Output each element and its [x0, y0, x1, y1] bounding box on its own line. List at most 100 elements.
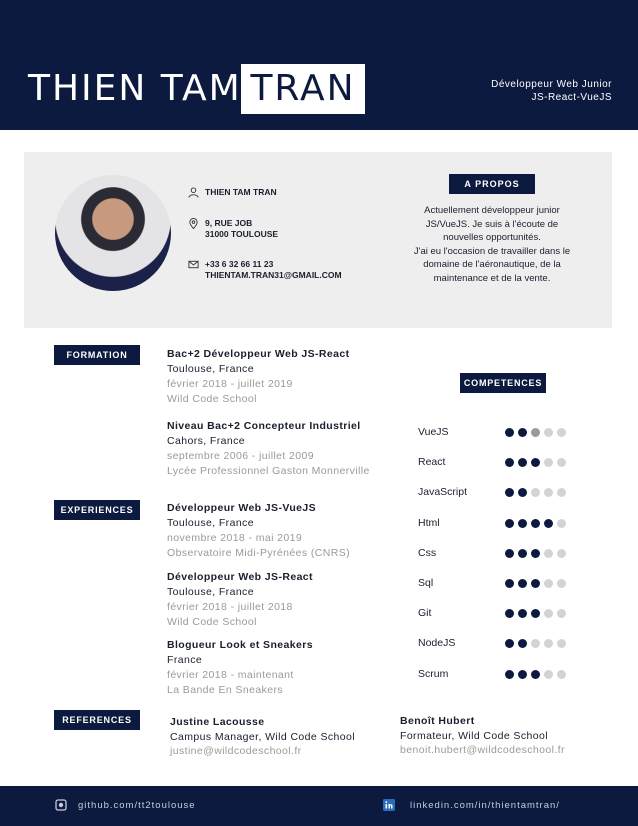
rating-dot: [518, 670, 527, 679]
experiences-heading: EXPERIENCES: [54, 500, 140, 520]
rating-dot: [544, 609, 553, 618]
rating-dot: [505, 549, 514, 558]
skill-name: Git: [418, 607, 432, 619]
rating-dot: [544, 639, 553, 648]
rating-dot: [505, 670, 514, 679]
rating-dot: [544, 428, 553, 437]
skill-rating: [505, 428, 566, 437]
contact-name: THIEN TAM TRAN: [205, 187, 277, 197]
rating-dot: [518, 458, 527, 467]
job-title: Développeur Web Junior JS-React-VueJS: [491, 78, 612, 104]
github-icon[interactable]: [55, 799, 67, 811]
reference-entry: Benoît Hubert Formateur, Wild Code Schoo…: [400, 714, 565, 758]
entry-title: Blogueur Look et Sneakers: [167, 639, 313, 651]
skill-rating: [505, 519, 566, 528]
skill-name: Html: [418, 517, 440, 529]
rating-dot: [557, 428, 566, 437]
skill-rating: [505, 549, 566, 558]
rating-dot: [544, 519, 553, 528]
entry-place: Toulouse, France: [167, 363, 254, 375]
skill-rating: [505, 579, 566, 588]
rating-dot: [557, 519, 566, 528]
entry-school: Wild Code School: [167, 393, 257, 405]
reference-email[interactable]: benoit.hubert@wildcodeschool.fr: [400, 743, 565, 758]
entry-school: Lycée Professionnel Gaston Monnerville: [167, 465, 370, 477]
entry-place: France: [167, 654, 203, 666]
skill-name: React: [418, 456, 446, 468]
rating-dot: [531, 428, 540, 437]
rating-dot: [531, 549, 540, 558]
rating-dot: [531, 609, 540, 618]
formation-entry: Bac+2 Développeur Web JS-React Toulouse,…: [167, 347, 350, 407]
rating-dot: [557, 639, 566, 648]
rating-dot: [505, 609, 514, 618]
email[interactable]: THIENTAM.TRAN31@GMAIL.COM: [205, 270, 342, 280]
reference-name: Benoît Hubert: [400, 715, 475, 727]
skill-rating: [505, 670, 566, 679]
entry-title: Développeur Web JS-VueJS: [167, 502, 317, 514]
entry-place: Toulouse, France: [167, 586, 254, 598]
formation-heading: FORMATION: [54, 345, 140, 365]
job-title-line2: JS-React-VueJS: [531, 92, 612, 103]
rating-dot: [531, 579, 540, 588]
contact-details: +33 6 32 66 11 23 THIENTAM.TRAN31@GMAIL.…: [205, 259, 342, 281]
address-line2: 31000 TOULOUSE: [205, 229, 279, 239]
rating-dot: [557, 579, 566, 588]
info-panel: THIEN TAM TRAN 9, RUE JOB 31000 TOULOUSE…: [24, 152, 612, 328]
rating-dot: [505, 639, 514, 648]
rating-dot: [531, 458, 540, 467]
rating-dot: [544, 579, 553, 588]
rating-dot: [531, 639, 540, 648]
rating-dot: [518, 639, 527, 648]
contact-name-row: THIEN TAM TRAN: [188, 187, 277, 198]
skill-name: JavaScript: [418, 486, 468, 498]
github-link[interactable]: github.com/tt2toulouse: [78, 800, 196, 811]
person-icon: [188, 187, 199, 198]
rating-dot: [531, 670, 540, 679]
location-pin-icon: [189, 218, 198, 229]
address-line1: 9, RUE JOB: [205, 218, 253, 228]
rating-dot: [544, 458, 553, 467]
rating-dot: [544, 488, 553, 497]
rating-dot: [557, 609, 566, 618]
formation-entry: Niveau Bac+2 Concepteur Industriel Cahor…: [167, 419, 370, 479]
entry-dates: septembre 2006 - juillet 2009: [167, 450, 315, 462]
rating-dot: [531, 519, 540, 528]
mail-icon: [188, 260, 199, 269]
profile-photo: [55, 175, 171, 291]
job-title-line1: Développeur Web Junior: [491, 79, 612, 90]
reference-role: Campus Manager, Wild Code School: [170, 730, 355, 743]
entry-dates: février 2018 - maintenant: [167, 669, 294, 681]
rating-dot: [518, 549, 527, 558]
linkedin-link[interactable]: linkedin.com/in/thientamtran/: [410, 800, 560, 811]
competences-heading: COMPETENCES: [460, 373, 546, 393]
entry-title: Bac+2 Développeur Web JS-React: [167, 348, 350, 360]
last-name-box: TRAN: [241, 64, 365, 114]
rating-dot: [505, 428, 514, 437]
rating-dot: [518, 488, 527, 497]
rating-dot: [531, 488, 540, 497]
rating-dot: [518, 428, 527, 437]
phone: +33 6 32 66 11 23: [205, 259, 274, 269]
footer-bar: github.com/tt2toulouse linkedin.com/in/t…: [0, 786, 638, 826]
skill-name: Sql: [418, 577, 434, 589]
entry-dates: novembre 2018 - mai 2019: [167, 532, 303, 544]
contact-address: 9, RUE JOB 31000 TOULOUSE: [205, 218, 278, 240]
skill-name: Css: [418, 547, 437, 559]
rating-dot: [518, 579, 527, 588]
reference-name: Justine Lacousse: [170, 716, 265, 728]
experience-entry: Développeur Web JS-VueJS Toulouse, Franc…: [167, 501, 350, 561]
skill-name: NodeJS: [418, 637, 456, 649]
rating-dot: [505, 458, 514, 467]
linkedin-icon[interactable]: [383, 799, 395, 811]
entry-title: Niveau Bac+2 Concepteur Industriel: [167, 420, 361, 432]
entry-title: Développeur Web JS-React: [167, 571, 313, 583]
rating-dot: [505, 579, 514, 588]
rating-dot: [557, 670, 566, 679]
entry-place: Toulouse, France: [167, 517, 254, 529]
entry-place: Cahors, France: [167, 435, 245, 447]
reference-role: Formateur, Wild Code School: [400, 729, 548, 742]
reference-email[interactable]: justine@wildcodeschool.fr: [170, 744, 355, 759]
rating-dot: [557, 488, 566, 497]
about-text: Actuellement développeur junior JS/VueJS…: [413, 205, 571, 284]
